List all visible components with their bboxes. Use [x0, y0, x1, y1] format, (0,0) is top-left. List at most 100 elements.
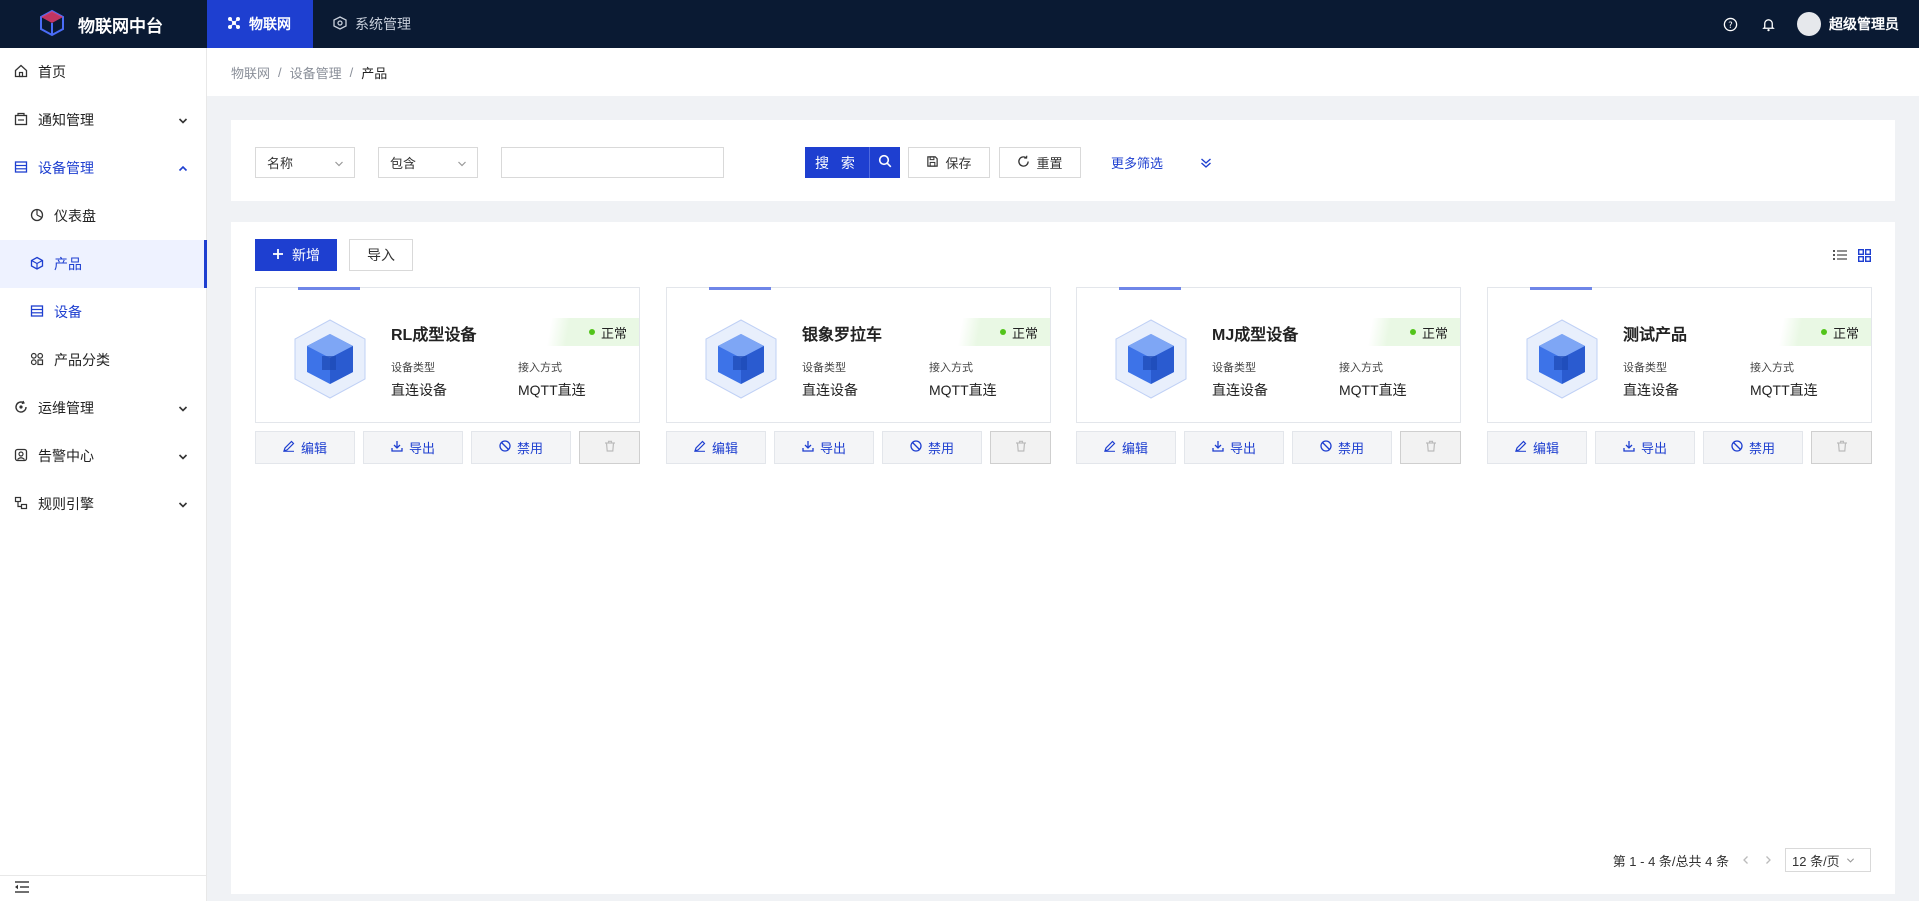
reset-button[interactable]: 重置	[999, 147, 1081, 178]
edit-button[interactable]: 编辑	[1076, 431, 1176, 464]
operator-select[interactable]: 包含	[378, 147, 478, 178]
search-icon	[878, 154, 892, 171]
product-card-body[interactable]: RL成型设备 正常 设备类型 接入方式 直连设备 MQTT直连	[255, 287, 640, 423]
sidebar-item-dashboard[interactable]: 仪表盘	[0, 192, 206, 240]
add-product-button[interactable]: 新增	[255, 239, 337, 271]
sidebar-item-ops[interactable]: 运维管理	[0, 384, 206, 432]
disable-button[interactable]: 禁用	[471, 431, 571, 464]
breadcrumb-item-iot[interactable]: 物联网	[231, 63, 270, 82]
notice-icon	[14, 112, 28, 129]
sidebar-item-label: 通知管理	[38, 112, 94, 128]
rule-icon	[14, 496, 28, 513]
chevron-down-icon	[178, 401, 188, 417]
bell-icon[interactable]	[1759, 15, 1777, 33]
card-actions: 编辑 导出 禁用	[1487, 431, 1872, 464]
dashboard-icon	[30, 208, 44, 225]
device-type-value: 直连设备	[1212, 382, 1268, 398]
product-card-body[interactable]: MJ成型设备 正常 设备类型 接入方式 直连设备 MQTT直连	[1076, 287, 1461, 423]
user-name[interactable]: 超级管理员	[1829, 14, 1899, 34]
status-badge: 正常	[950, 318, 1050, 346]
filter-value-input[interactable]	[501, 147, 724, 178]
ops-icon	[14, 400, 28, 417]
delete-button[interactable]	[1400, 431, 1461, 464]
product-card-body[interactable]: 测试产品 正常 设备类型 接入方式 直连设备 MQTT直连	[1487, 287, 1872, 423]
export-button[interactable]: 导出	[363, 431, 463, 464]
product-cube-image	[289, 318, 371, 400]
sidebar-item-label: 产品分类	[54, 352, 110, 368]
delete-button[interactable]	[579, 431, 640, 464]
prev-page-icon[interactable]	[1741, 853, 1751, 868]
stop-icon	[910, 440, 922, 455]
sidebar-item-device[interactable]: 设备	[0, 288, 206, 336]
access-method-value: MQTT直连	[1339, 382, 1407, 398]
export-label: 导出	[1229, 441, 1256, 456]
sidebar-item-product[interactable]: 产品	[0, 240, 207, 288]
sidebar-collapse-toggle[interactable]	[0, 875, 206, 901]
sidebar-item-alarm[interactable]: 告警中心	[0, 432, 206, 480]
access-method-label: 接入方式	[929, 362, 973, 374]
disable-button[interactable]: 禁用	[882, 431, 982, 464]
edit-button[interactable]: 编辑	[1487, 431, 1587, 464]
breadcrumb-item-device-mgmt[interactable]: 设备管理	[290, 63, 342, 82]
search-button[interactable]: 搜 索	[805, 147, 869, 178]
logo-cube-icon	[38, 9, 66, 40]
svg-text:?: ?	[1728, 19, 1732, 29]
device-type-label: 设备类型	[802, 362, 846, 374]
delete-button[interactable]	[1811, 431, 1872, 464]
sidebar-item-notice[interactable]: 通知管理	[0, 96, 206, 144]
access-method-value: MQTT直连	[518, 382, 586, 398]
top-right-actions: ? 超级管理员	[1721, 0, 1899, 48]
help-icon[interactable]: ?	[1721, 15, 1739, 33]
sidebar-item-device-mgmt[interactable]: 设备管理	[0, 144, 206, 192]
next-page-icon[interactable]	[1763, 853, 1773, 868]
export-button[interactable]: 导出	[1595, 431, 1695, 464]
export-label: 导出	[1640, 441, 1667, 456]
status-text: 正常	[600, 325, 627, 341]
app-logo[interactable]: 物联网中台	[38, 0, 163, 48]
trash-icon	[604, 440, 616, 455]
stop-icon	[499, 440, 511, 455]
save-button[interactable]: 保存	[908, 147, 990, 178]
status-badge: 正常	[1360, 318, 1460, 346]
grid-view-icon[interactable]	[1855, 246, 1873, 264]
list-view-icon[interactable]	[1831, 246, 1849, 264]
access-method-value: MQTT直连	[929, 382, 997, 398]
product-cube-image	[1110, 318, 1192, 400]
avatar[interactable]	[1797, 12, 1821, 36]
sidebar: 首页 通知管理 设备管理 仪表盘 产品 设备 产品分类 运维管理 告警中心 规则…	[0, 48, 207, 901]
export-button[interactable]: 导出	[1184, 431, 1284, 464]
field-select[interactable]: 名称	[255, 147, 355, 178]
disable-button[interactable]: 禁用	[1292, 431, 1392, 464]
filter-panel: 名称 包含 搜 索 保存 重置 更多筛选	[231, 120, 1895, 201]
edit-label: 编辑	[1532, 441, 1559, 456]
disable-button[interactable]: 禁用	[1703, 431, 1803, 464]
more-filters-link[interactable]: 更多筛选	[1111, 147, 1163, 178]
product-card-body[interactable]: 银象罗拉车 正常 设备类型 接入方式 直连设备 MQTT直连	[666, 287, 1051, 423]
double-chevron-down-icon[interactable]	[1200, 147, 1212, 178]
status-text: 正常	[1832, 325, 1859, 341]
import-button[interactable]: 导入	[349, 239, 413, 271]
edit-button[interactable]: 编辑	[255, 431, 355, 464]
edit-button[interactable]: 编辑	[666, 431, 766, 464]
chevron-up-icon	[178, 161, 188, 177]
status-dot-icon	[999, 329, 1006, 335]
status-badge: 正常	[539, 318, 639, 346]
product-cube-icon	[30, 256, 44, 273]
card-accent-line	[1530, 287, 1592, 290]
tab-iot[interactable]: 物联网	[207, 0, 313, 48]
product-card: 测试产品 正常 设备类型 接入方式 直连设备 MQTT直连 编辑 导出 禁用	[1487, 287, 1872, 464]
status-text: 正常	[1421, 325, 1448, 341]
access-method-value: MQTT直连	[1750, 382, 1818, 398]
operator-select-value: 包含	[390, 156, 417, 171]
search-icon-button[interactable]	[869, 147, 900, 178]
tab-system[interactable]: 系统管理	[313, 0, 431, 48]
access-method-label: 接入方式	[518, 362, 562, 374]
card-actions: 编辑 导出 禁用	[255, 431, 640, 464]
sidebar-item-home[interactable]: 首页	[0, 48, 206, 96]
alarm-icon	[14, 448, 28, 465]
page-size-select[interactable]: 12 条/页	[1785, 848, 1871, 872]
sidebar-item-rules[interactable]: 规则引擎	[0, 480, 206, 528]
export-button[interactable]: 导出	[774, 431, 874, 464]
sidebar-item-category[interactable]: 产品分类	[0, 336, 206, 384]
delete-button[interactable]	[990, 431, 1051, 464]
